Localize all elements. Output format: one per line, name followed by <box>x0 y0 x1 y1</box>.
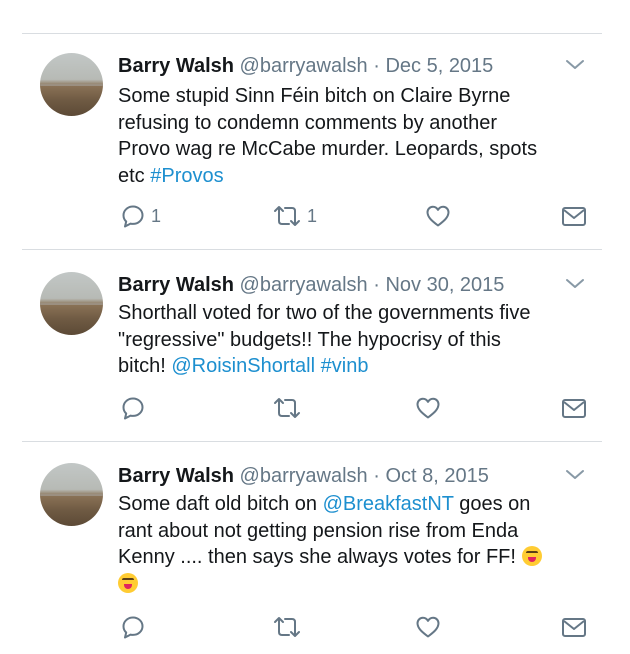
tweet-text-line: "regressive" budgets!! The hypocrisy of … <box>118 327 588 354</box>
text-segment: Provo wag re McCabe murder. Leopards, sp… <box>118 138 538 160</box>
dm-button[interactable] <box>560 613 588 641</box>
tweet-text-line: rant about not getting pension rise from… <box>118 518 588 545</box>
avatar[interactable] <box>40 272 103 335</box>
tweet-text-line <box>118 571 588 598</box>
author-name[interactable]: Barry Walsh <box>118 274 234 296</box>
squinting-face-with-tongue-icon <box>118 572 138 593</box>
tweet-actions: 1 1 <box>0 202 630 230</box>
text-segment: rant about not getting pension rise from… <box>118 519 519 542</box>
separator: · <box>373 274 380 296</box>
author-handle[interactable]: @barryawalsh <box>240 274 368 296</box>
text-segment: Shorthall voted for two of the governmen… <box>118 302 531 324</box>
retweet-button[interactable] <box>272 394 307 422</box>
dm-button[interactable] <box>560 394 588 422</box>
text-segment: goes on <box>453 493 531 515</box>
text-segment: bitch! <box>118 355 172 377</box>
author-handle[interactable]: @barryawalsh <box>240 465 368 487</box>
chevron-down-icon[interactable] <box>563 55 587 75</box>
mention-link[interactable]: @RoisinShortall <box>171 355 315 377</box>
envelope-icon <box>562 207 586 226</box>
text-segment: etc <box>118 164 151 187</box>
tweet-text-line: etc #Provos <box>118 163 588 190</box>
retweet-icon <box>274 617 300 637</box>
tweet-header: Barry Walsh @barryawalsh · Oct 8, 2015 <box>118 463 489 489</box>
retweet-icon <box>274 398 300 418</box>
author-name[interactable]: Barry Walsh <box>118 465 234 487</box>
hashtag-link[interactable]: #Provos <box>150 165 223 187</box>
envelope-icon <box>562 618 586 637</box>
tweet-date[interactable]: Nov 30, 2015 <box>385 274 504 296</box>
tweet-text-line: Provo wag re McCabe murder. Leopards, sp… <box>118 136 588 163</box>
tweet-date[interactable]: Dec 5, 2015 <box>385 55 493 77</box>
reply-button[interactable] <box>120 394 151 422</box>
envelope-icon <box>562 399 586 418</box>
retweet-icon <box>274 206 300 226</box>
author-name[interactable]: Barry Walsh <box>118 55 234 77</box>
tweet-text-line: Some stupid Sinn Féin bitch on Claire By… <box>118 83 588 110</box>
tweet-date[interactable]: Oct 8, 2015 <box>385 465 488 487</box>
divider <box>22 441 602 442</box>
divider <box>22 249 602 250</box>
retweet-count: 1 <box>307 205 318 226</box>
tweet-text-line: Shorthall voted for two of the governmen… <box>118 300 588 327</box>
reply-count: 1 <box>151 205 162 226</box>
reply-button[interactable] <box>120 613 151 641</box>
text-segment: refusing to condemn comments by another <box>118 111 498 134</box>
reply-icon <box>122 397 144 420</box>
tweet-header: Barry Walsh @barryawalsh · Nov 30, 2015 <box>118 272 504 298</box>
squinting-face-with-tongue-icon <box>521 546 542 566</box>
separator: · <box>373 465 380 487</box>
separator: · <box>373 55 380 77</box>
retweet-button[interactable] <box>272 613 307 641</box>
tweet-text-line: bitch! @RoisinShortall #vinb <box>118 353 588 380</box>
mention-link[interactable]: @BreakfastNT <box>323 493 454 515</box>
tweet-text-line: refusing to condemn comments by another <box>118 110 588 137</box>
author-handle[interactable]: @barryawalsh <box>240 55 368 77</box>
tweet-text-line: Some daft old bitch on @BreakfastNT goes… <box>118 491 588 518</box>
hashtag-link[interactable]: #vinb <box>321 355 369 377</box>
heart-icon <box>416 616 440 638</box>
text-segment: Kenny .... then says she always votes fo… <box>118 546 522 568</box>
like-button[interactable] <box>414 613 442 641</box>
dm-button[interactable] <box>560 202 588 230</box>
tweet-text: Some daft old bitch on @BreakfastNT goes… <box>118 491 588 597</box>
avatar[interactable] <box>40 53 103 116</box>
tweet-actions <box>0 394 630 422</box>
chevron-down-icon[interactable] <box>563 465 587 485</box>
heart-icon <box>416 397 440 419</box>
tweet-text-line: Kenny .... then says she always votes fo… <box>118 544 588 571</box>
text-segment: Some stupid Sinn Féin bitch on Claire By… <box>118 85 511 107</box>
text-segment: Some daft old bitch on <box>118 493 323 515</box>
tweet-text: Some stupid Sinn Féin bitch on Claire By… <box>118 83 588 189</box>
chevron-down-icon[interactable] <box>563 274 587 294</box>
like-button[interactable] <box>424 202 452 230</box>
divider-top <box>22 33 602 34</box>
tweet-text: Shorthall voted for two of the governmen… <box>118 300 588 380</box>
text-segment: "regressive" budgets!! The hypocrisy of … <box>118 328 501 351</box>
reply-button[interactable]: 1 <box>120 202 161 230</box>
heart-icon <box>426 205 450 227</box>
tweet-header: Barry Walsh @barryawalsh · Dec 5, 2015 <box>118 53 493 79</box>
tweet-actions <box>0 613 630 641</box>
retweet-button[interactable]: 1 <box>272 202 317 230</box>
reply-icon <box>122 205 144 228</box>
avatar[interactable] <box>40 463 103 526</box>
reply-icon <box>122 616 144 639</box>
like-button[interactable] <box>414 394 442 422</box>
